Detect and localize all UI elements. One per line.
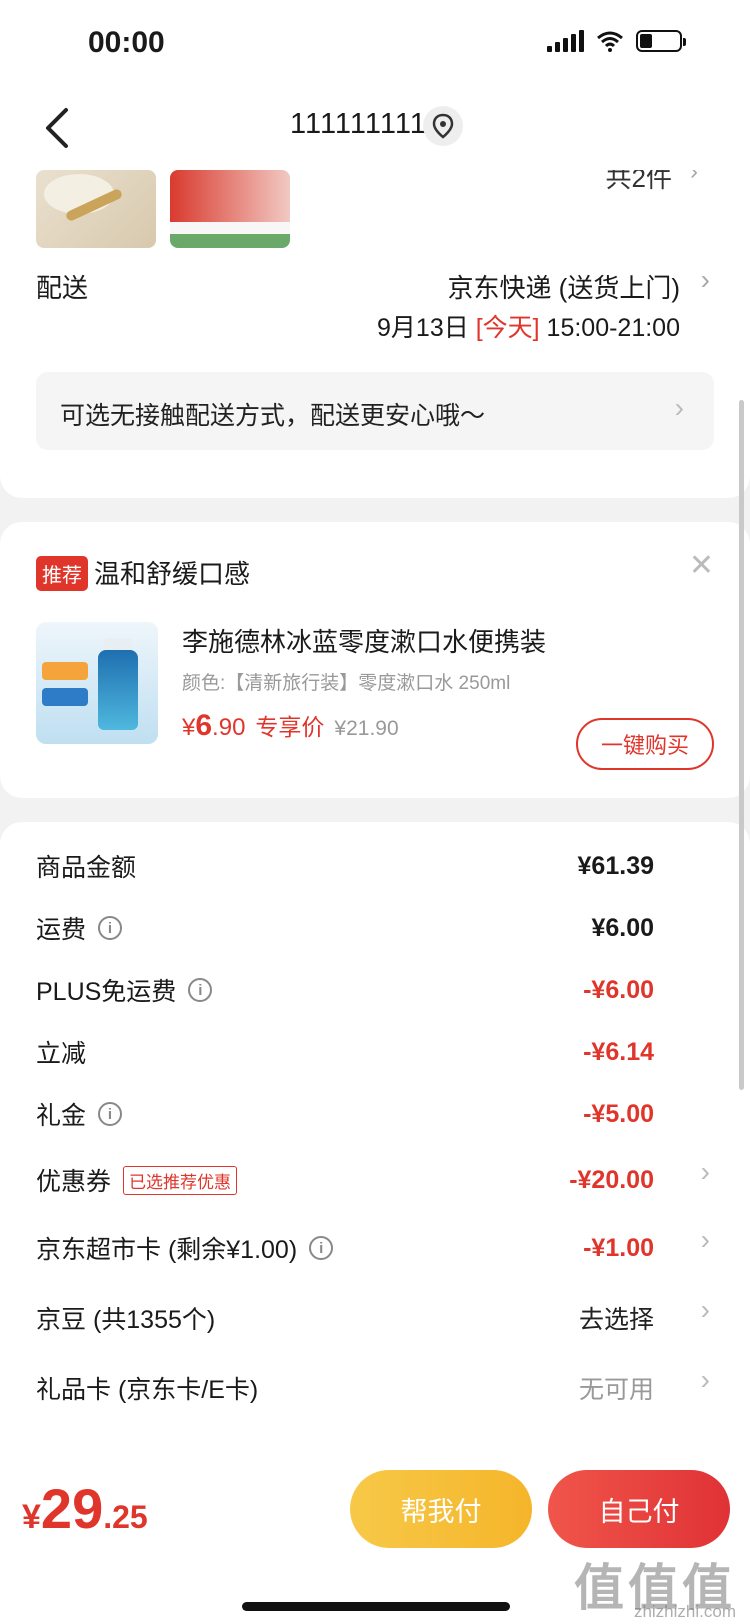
fee-label: 礼品卡 (京东卡/E卡) [36,1376,259,1404]
chevron-right-icon: › [700,1156,710,1187]
fee-value: -¥1.00 [583,1233,654,1262]
status-icons [547,30,686,52]
contactless-text: 可选无接触配送方式，配送更安心哦～ [60,402,486,430]
coupon-badge: 已选推荐优惠 [123,1165,238,1195]
one-click-buy-button[interactable]: 一键购买 [576,718,714,770]
fee-value: -¥6.00 [583,975,654,1004]
total-price: ¥29.25 [22,1477,148,1540]
fee-value: ¥61.39 [577,851,654,880]
status-time: 00:00 [88,26,165,59]
delivery-date: 9月13日 [377,314,469,342]
current-price: ¥6.90 [182,709,246,742]
signal-icon [547,30,584,52]
watermark-url: zhizhizhi.com [633,1602,736,1621]
close-icon[interactable]: ✕ [689,548,714,583]
product-thumbnail[interactable] [36,170,156,248]
fee-value: -¥5.00 [583,1099,654,1128]
fee-value: 无可用 [578,1376,654,1404]
page-title: 111111111 [290,108,427,140]
original-price: ¥21.90 [334,717,399,740]
info-icon[interactable]: i [309,1236,334,1260]
chevron-right-icon: › [700,1364,710,1395]
info-icon[interactable]: i [98,1102,123,1126]
delivery-method[interactable]: 京东快递 (送货上门) [447,268,680,305]
fee-label: 优惠券 [36,1168,112,1196]
location-pin-icon [432,113,454,139]
fee-breakdown-card: 商品金额 ¥61.39 运费 i ¥6.00 PLUS免运费 i -¥6.00 立减… [0,822,750,1452]
recommend-badge: 推荐 [36,556,88,591]
recommendation-card: 推荐 温和舒缓口感 ✕ 李施德林冰蓝零度漱口水便携装 颜色:【清新旅行装】零度漱… [0,522,750,798]
fee-row-gift-card[interactable]: 礼品卡 (京东卡/E卡) 无可用 [36,1368,654,1408]
fee-row-plus-free-shipping: PLUS免运费 i -¥6.00 [36,970,654,1010]
fee-label: 京豆 (共1355个) [36,1306,216,1334]
fee-label: 立减 [36,1040,87,1068]
scrollbar[interactable] [739,400,744,1090]
help-me-pay-button[interactable]: 帮我付 [350,1470,532,1548]
wifi-icon [597,31,623,52]
delivery-today: [今天] [475,314,540,342]
fee-row-shipping: 运费 i ¥6.00 [36,908,654,948]
pay-myself-button[interactable]: 自己付 [548,1470,730,1548]
chevron-right-icon: › [700,1294,710,1325]
fee-label: 运费 [36,916,87,944]
chevron-right-icon: › [700,264,710,295]
order-delivery-card: 共2件 › 配送 京东快递 (送货上门) › 9月13日 [今天] 15:00-… [0,150,750,498]
back-icon[interactable] [38,104,78,152]
contactless-delivery-option[interactable]: 可选无接触配送方式，配送更安心哦～ › [36,372,714,450]
product-name[interactable]: 李施德林冰蓝零度漱口水便携装 [182,622,546,659]
fee-value: ¥6.00 [591,913,654,942]
product-spec: 颜色:【清新旅行装】零度漱口水 250ml [182,673,511,694]
fee-label: 商品金额 [36,854,137,882]
home-indicator[interactable] [242,1602,510,1611]
checkout-bar: ¥29.25 帮我付 自己付 值值值 zhizhizhi.com [0,1452,750,1624]
fee-value: -¥20.00 [569,1165,654,1194]
fee-row-gift-money: 礼金 i -¥5.00 [36,1094,654,1134]
product-image[interactable] [36,622,158,744]
info-icon[interactable]: i [98,916,123,940]
recommend-title: 温和舒缓口感 [94,559,251,589]
fee-label: 礼金 [36,1102,87,1130]
location-button[interactable] [423,106,463,146]
chevron-right-icon: › [674,392,684,423]
fee-row-coupon[interactable]: 优惠券 已选推荐优惠 -¥20.00 [36,1160,654,1200]
delivery-label: 配送 [36,273,89,303]
battery-icon [636,30,686,52]
fee-label: 京东超市卡 (剩余¥1.00) [36,1236,298,1264]
fee-row-supermarket-card[interactable]: 京东超市卡 (剩余¥1.00) i -¥1.00 [36,1228,654,1268]
price-row: ¥6.90 专享价 ¥21.90 [182,708,399,743]
fee-row-goods-amount: 商品金额 ¥61.39 [36,846,654,886]
fee-row-jd-beans[interactable]: 京豆 (共1355个) 去选择 [36,1298,654,1338]
fee-value: -¥6.14 [583,1037,654,1066]
info-icon[interactable]: i [188,978,213,1002]
status-bar: 00:00 [0,0,750,90]
price-label: 专享价 [255,714,325,740]
nav-bar: 111111111 [0,90,750,170]
fee-value: 去选择 [578,1306,654,1334]
fee-row-instant-discount: 立减 -¥6.14 [36,1032,654,1072]
chevron-right-icon: › [700,1224,710,1255]
delivery-time[interactable]: 9月13日 [今天] 15:00-21:00 [377,308,680,344]
delivery-time-range: 15:00-21:00 [546,314,680,342]
fee-label: PLUS免运费 [36,978,177,1006]
product-thumbnail[interactable] [170,170,290,248]
